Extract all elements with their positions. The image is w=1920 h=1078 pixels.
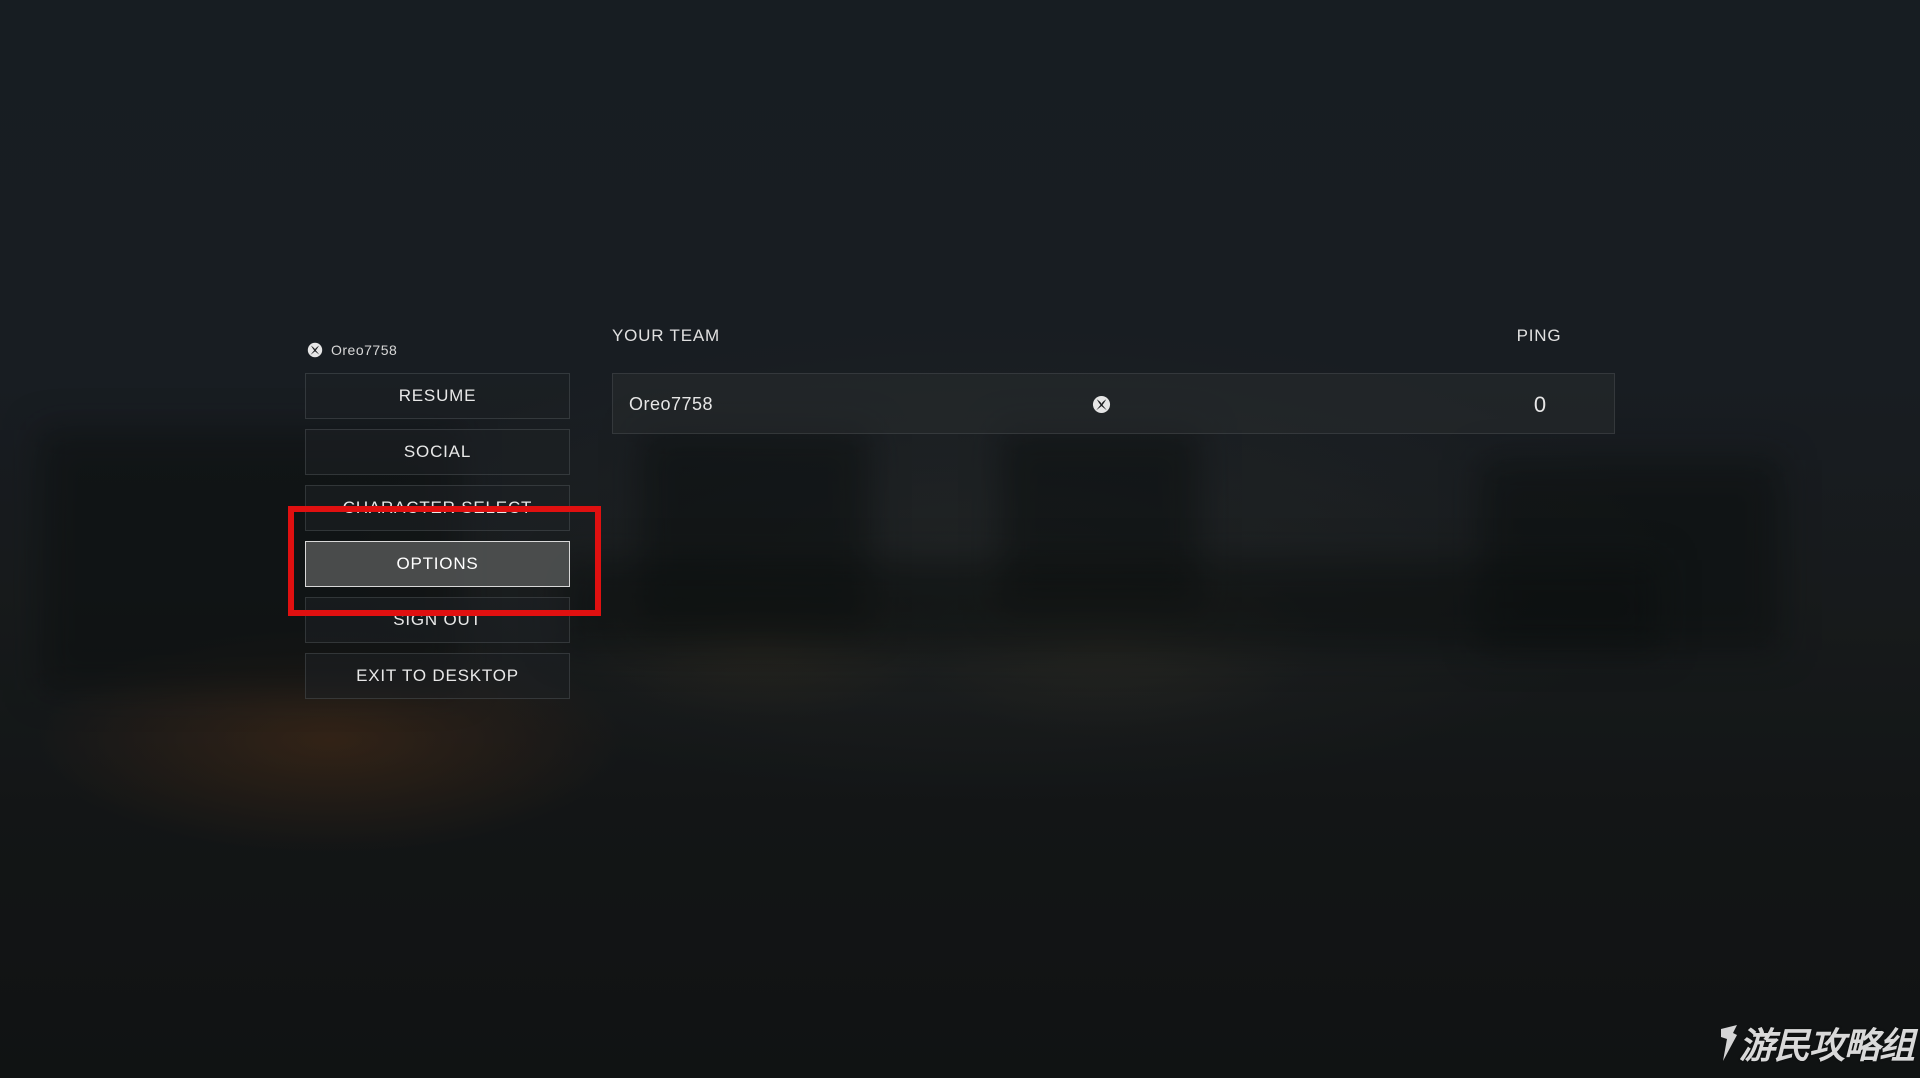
team-header: YOUR TEAM bbox=[612, 326, 720, 345]
options-button[interactable]: OPTIONS bbox=[305, 541, 570, 587]
watermark-logo-icon bbox=[1720, 1025, 1737, 1061]
site-watermark: 游民攻略组 bbox=[1719, 1016, 1915, 1070]
resume-button[interactable]: RESUME bbox=[305, 373, 570, 419]
user-gamertag: Oreo7758 bbox=[307, 342, 397, 358]
ping-header: PING bbox=[1516, 326, 1562, 345]
pause-overlay bbox=[0, 0, 1920, 1078]
character-select-button[interactable]: CHARACTER SELECT bbox=[305, 485, 570, 531]
team-member-ping: 0 bbox=[1533, 392, 1547, 417]
watermark-text: 游民攻略组 bbox=[1738, 1026, 1915, 1067]
team-member-row[interactable]: Oreo7758 0 bbox=[612, 373, 1615, 434]
exit-to-desktop-button[interactable]: EXIT TO DESKTOP bbox=[305, 653, 570, 699]
gamertag-label: Oreo7758 bbox=[331, 342, 398, 358]
team-member-name: Oreo7758 bbox=[629, 394, 714, 414]
xbox-icon bbox=[307, 342, 323, 358]
sign-out-button[interactable]: SIGN OUT bbox=[305, 597, 570, 643]
social-button[interactable]: SOCIAL bbox=[305, 429, 570, 475]
xbox-icon bbox=[1092, 395, 1111, 414]
